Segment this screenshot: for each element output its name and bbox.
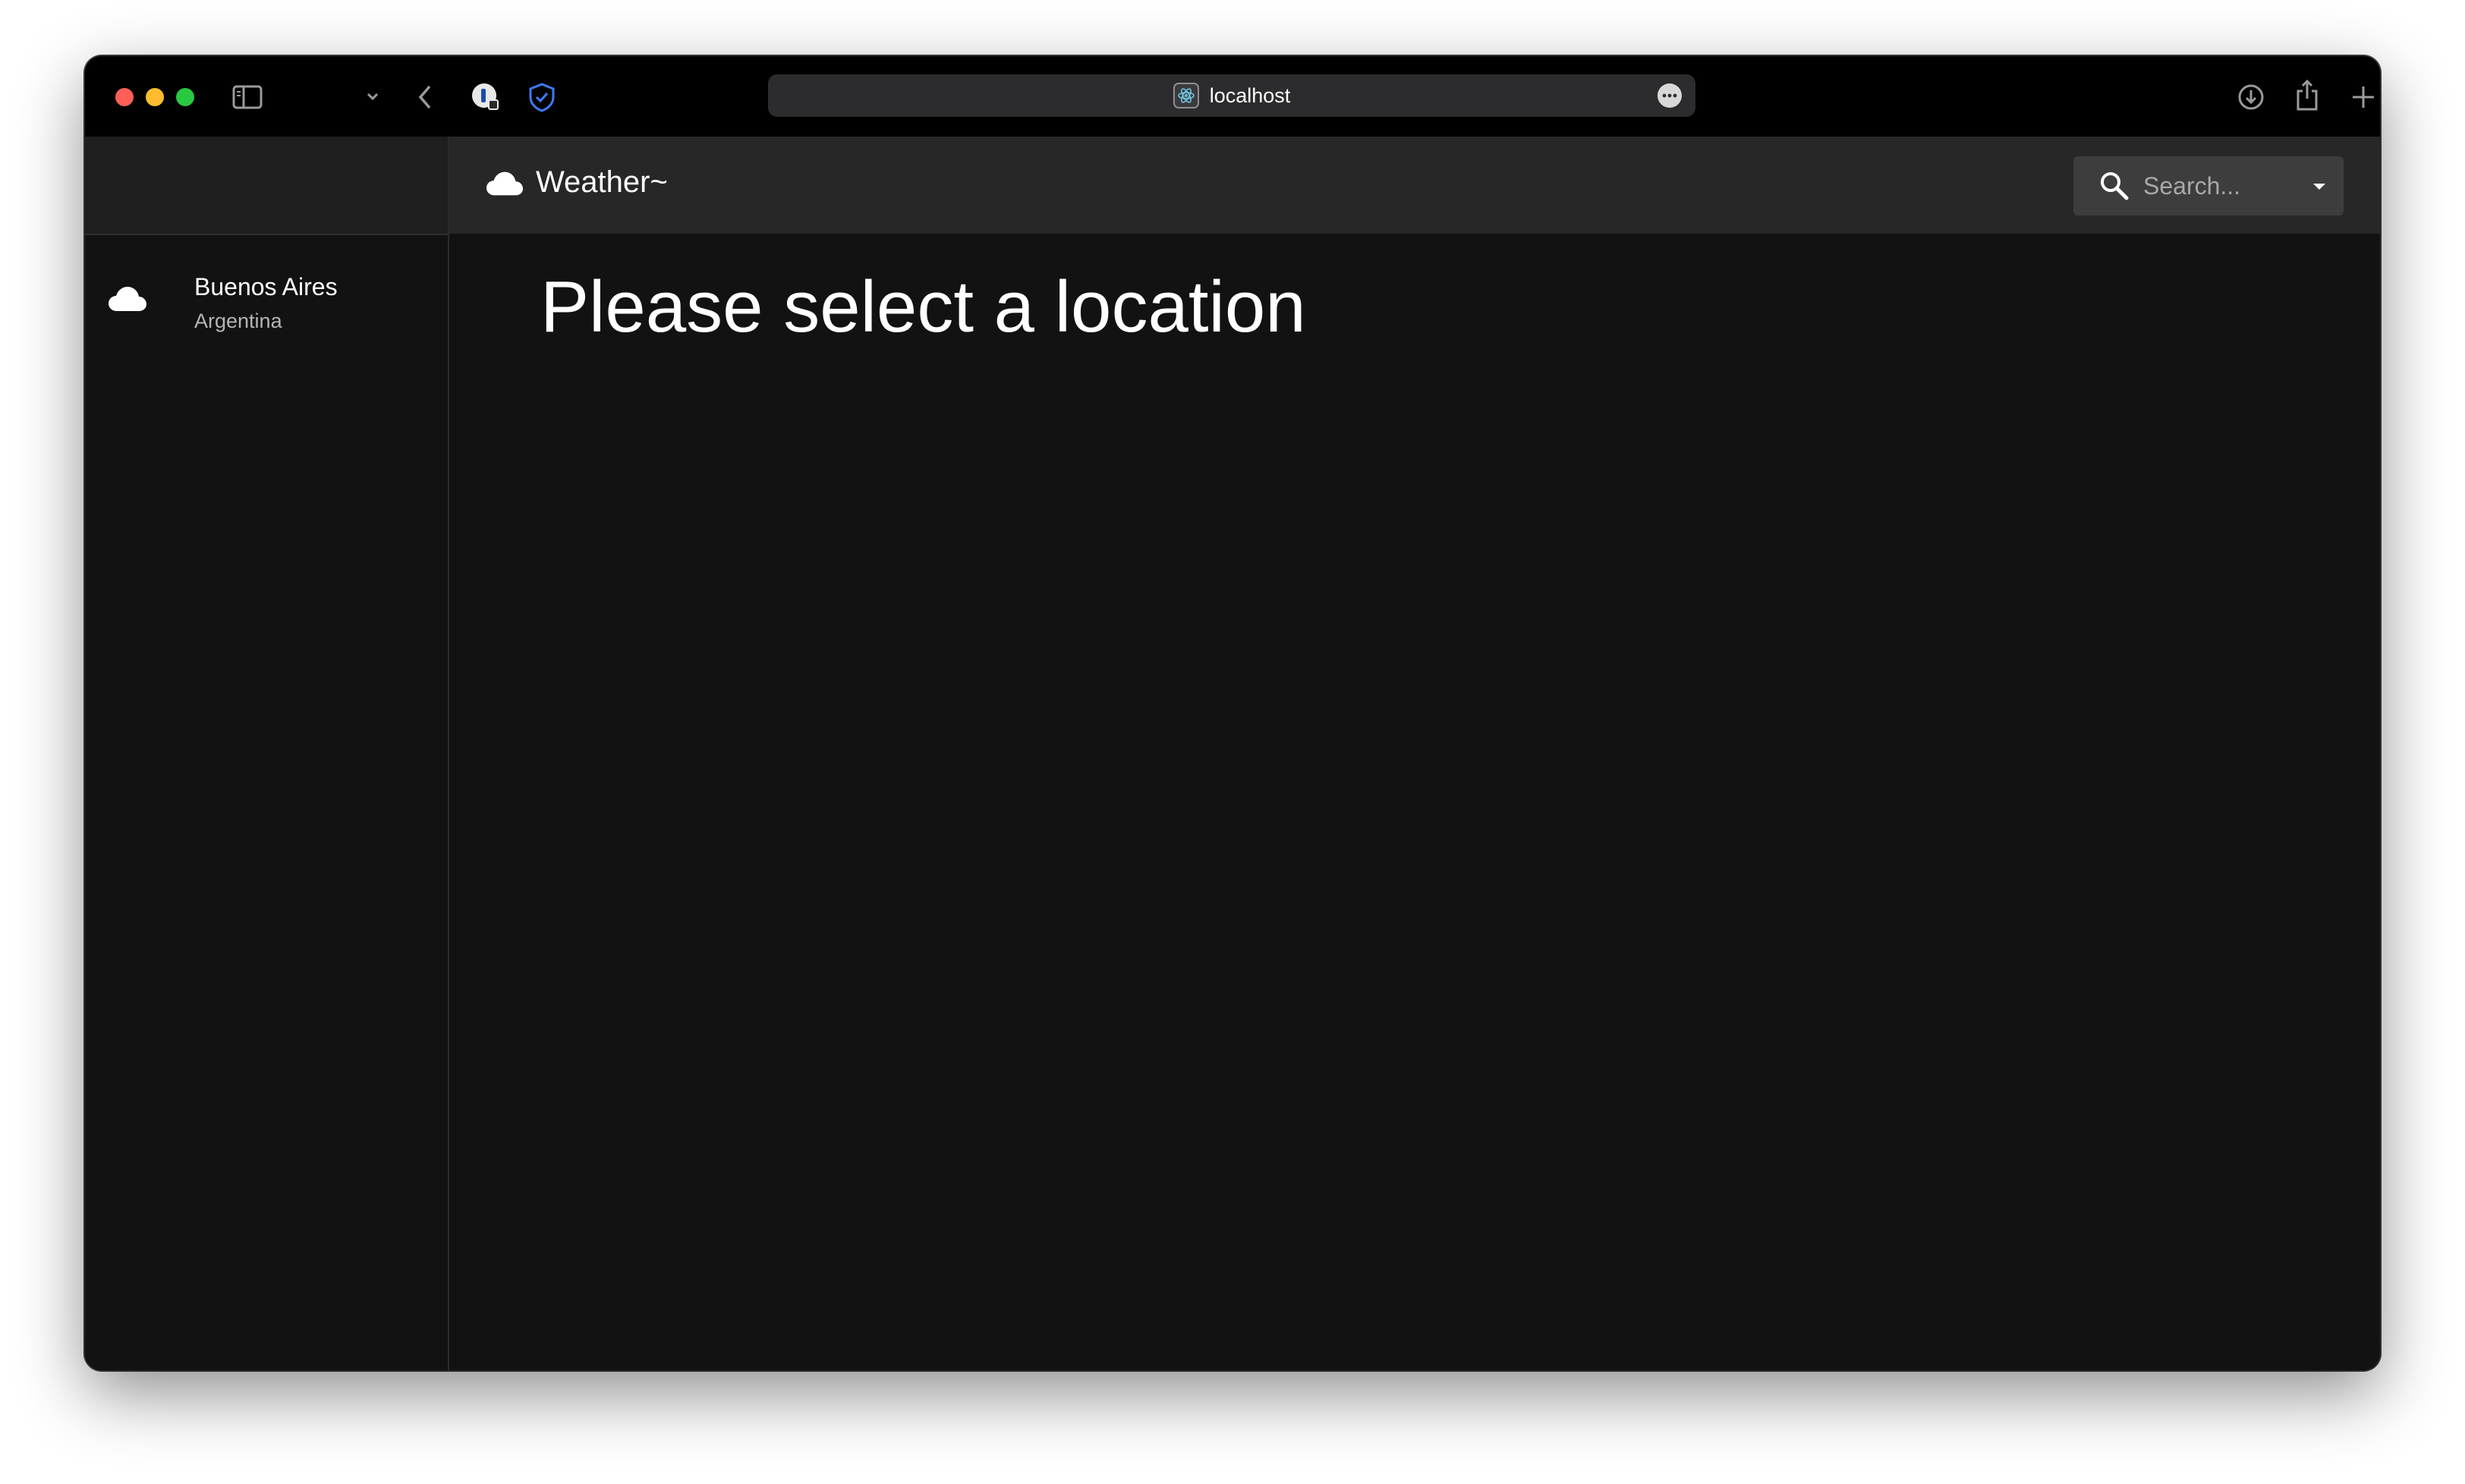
zoom-window-button[interactable] xyxy=(176,88,194,106)
chevron-down-icon[interactable] xyxy=(366,91,379,102)
sidebar-toggle-icon[interactable] xyxy=(232,85,263,109)
location-name: Buenos Aires xyxy=(194,273,338,300)
search-input[interactable] xyxy=(2143,156,2303,215)
main-content: Please select a location xyxy=(449,234,2380,1370)
dropdown-arrow-icon[interactable] xyxy=(2312,182,2327,191)
app-title: Weather~ xyxy=(536,165,668,199)
back-icon[interactable] xyxy=(416,83,434,111)
minimize-window-button[interactable] xyxy=(146,88,164,106)
favicon-icon xyxy=(1173,83,1199,108)
search-icon xyxy=(2101,172,2129,200)
share-icon[interactable] xyxy=(2295,79,2319,111)
browser-window: localhost Buenos Aires Argentina Weather… xyxy=(85,56,2380,1370)
location-search[interactable] xyxy=(2073,156,2344,215)
privacy-shield-icon[interactable] xyxy=(527,82,557,112)
close-window-button[interactable] xyxy=(115,88,134,106)
browser-toolbar: localhost xyxy=(85,56,2380,137)
address-bar[interactable]: localhost xyxy=(768,74,1695,117)
password-manager-icon[interactable] xyxy=(471,82,501,112)
cloud-icon xyxy=(486,171,524,196)
download-icon[interactable] xyxy=(2237,83,2265,111)
cloud-icon xyxy=(109,287,146,311)
location-item-buenos-aires[interactable]: Buenos Aires Argentina xyxy=(85,235,448,372)
location-country: Argentina xyxy=(194,310,282,332)
locations-sidebar: Buenos Aires Argentina xyxy=(85,137,449,1370)
sidebar-header xyxy=(85,137,448,235)
new-tab-icon[interactable] xyxy=(2351,85,2375,109)
url-text: localhost xyxy=(1209,83,1291,107)
empty-state-heading: Please select a location xyxy=(540,266,1306,347)
app-header: Weather~ xyxy=(449,137,2380,234)
more-icon[interactable] xyxy=(1658,83,1682,108)
